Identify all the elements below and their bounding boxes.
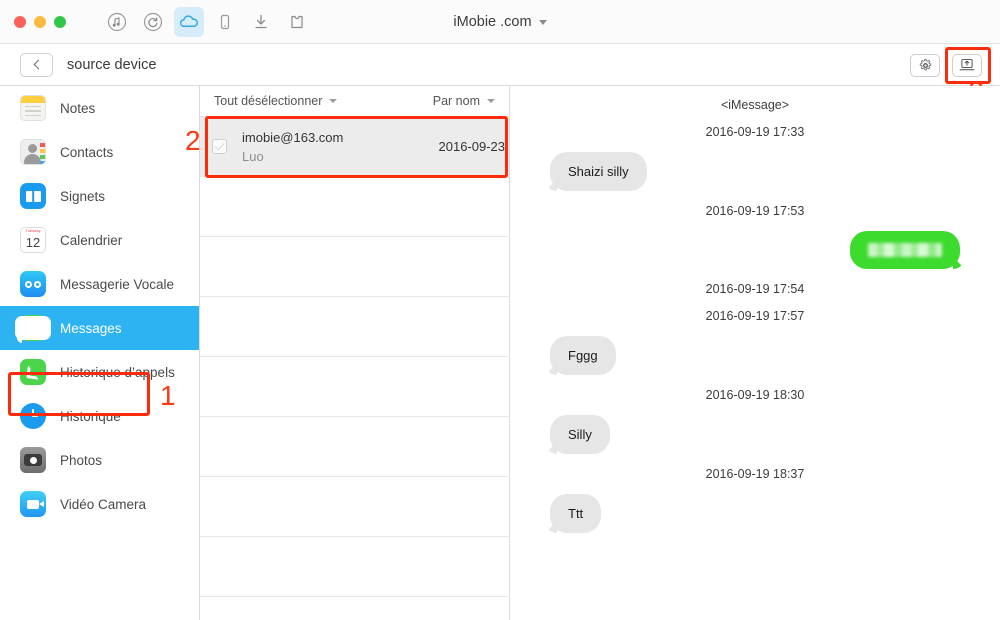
bookmarks-icon — [20, 183, 46, 209]
message-timestamp: 2016-09-19 17:33 — [705, 125, 805, 139]
annotation-number-1: 1 — [160, 380, 176, 411]
table-row-empty[interactable] — [200, 177, 509, 237]
sidebar-item-contacts[interactable]: Contacts — [0, 130, 199, 174]
breadcrumb: source device — [67, 56, 157, 73]
imobie-app-window: iMobie .com source device 3 — [0, 0, 1000, 620]
message-row: Shaizi silly — [510, 152, 1000, 191]
sidebar-item-label: Vidéo Camera — [60, 496, 147, 512]
calendar-day: 12 — [25, 235, 41, 250]
message-timestamp: 2016-09-19 17:57 — [705, 309, 805, 323]
conversation-list: Tout désélectionner Par nom imobie@163.c… — [200, 86, 510, 620]
title-bar: iMobie .com — [0, 0, 1000, 44]
refresh-icon[interactable] — [138, 7, 168, 37]
chevron-down-icon — [329, 99, 338, 103]
maximize-button[interactable] — [54, 15, 66, 28]
message-thread-pane: <iMessage> 2016-09-19 17:33 Shaizi silly… — [510, 86, 1000, 620]
table-row-empty[interactable] — [200, 477, 509, 537]
sidebar-item-label: Historique d’appels — [60, 364, 175, 380]
message-bubble-outgoing[interactable] — [850, 231, 960, 269]
gear-icon — [919, 58, 931, 70]
minimize-button[interactable] — [34, 15, 46, 28]
list-header: Tout désélectionner Par nom — [200, 86, 509, 117]
cloud-icon[interactable] — [174, 6, 204, 37]
row-checkbox[interactable] — [212, 139, 227, 154]
redacted-content — [868, 243, 942, 257]
sidebar-item-calendrier[interactable]: Tuesday 12 Calendrier — [0, 218, 199, 262]
voicemail-icon — [20, 271, 46, 297]
sidebar-item-label: Signets — [60, 188, 106, 204]
shirt-icon[interactable] — [282, 7, 312, 37]
sidebar-item-label: Calendrier — [60, 232, 123, 248]
notes-icon — [20, 95, 46, 121]
photos-icon — [20, 447, 46, 473]
row-date: 2016-09-23 — [438, 139, 506, 154]
message-row: Silly — [510, 415, 1000, 454]
message-bubble-incoming[interactable]: Ttt — [550, 494, 602, 533]
close-button[interactable] — [14, 15, 26, 28]
message-timestamp: 2016-09-19 17:54 — [705, 282, 805, 296]
table-row-empty[interactable] — [200, 237, 509, 297]
chevron-left-icon — [33, 59, 43, 70]
message-timestamp: 2016-09-19 18:37 — [705, 467, 805, 481]
export-to-computer-button[interactable] — [952, 53, 982, 77]
export-to-computer-icon — [959, 59, 975, 71]
table-row-empty[interactable] — [200, 597, 509, 620]
back-button[interactable] — [20, 52, 53, 77]
message-bubble-incoming[interactable]: Shaizi silly — [550, 152, 647, 191]
message-timestamp: 2016-09-19 17:53 — [705, 204, 805, 218]
sidebar-item-video-camera[interactable]: Vidéo Camera — [0, 482, 199, 526]
app-title-text: iMobie .com — [453, 14, 532, 30]
chevron-down-icon — [487, 99, 495, 103]
annotation-number-2: 2 — [185, 125, 201, 156]
video-camera-icon — [20, 491, 46, 517]
row-subtitle: Luo — [242, 148, 264, 164]
sidebar-item-signets[interactable]: Signets — [0, 174, 199, 218]
row-text: imobie@163.com Luo — [242, 130, 439, 164]
sidebar-item-messages[interactable]: Messages — [0, 306, 199, 350]
settings-button[interactable] — [910, 53, 940, 77]
main-body: Notes Contacts Signets Tuesday 12 Calend… — [0, 86, 1000, 620]
mode-toolbar — [102, 6, 312, 37]
table-row-empty[interactable] — [200, 297, 509, 357]
contacts-icon — [20, 139, 46, 165]
sidebar-item-label: Photos — [60, 452, 103, 468]
sidebar-item-label: Historique — [60, 408, 121, 424]
navigation-toolbar: source device — [0, 44, 1000, 86]
sort-by-label: Par nom — [432, 94, 480, 108]
message-row: Fggg — [510, 336, 1000, 375]
sidebar-item-messagerie-vocale[interactable]: Messagerie Vocale — [0, 262, 199, 306]
sort-by-button[interactable]: Par nom — [433, 94, 495, 108]
calendar-icon: Tuesday 12 — [20, 227, 46, 253]
deselect-all-button[interactable]: Tout désélectionner — [214, 94, 338, 108]
history-icon — [20, 403, 46, 429]
table-row-empty[interactable] — [200, 537, 509, 597]
table-row-empty[interactable] — [200, 417, 509, 477]
message-bubble-incoming[interactable]: Fggg — [550, 336, 616, 375]
chevron-down-icon[interactable] — [538, 19, 547, 25]
thread-header: <iMessage> — [720, 98, 790, 112]
deselect-all-label: Tout désélectionner — [214, 94, 323, 108]
table-row[interactable]: imobie@163.com Luo 2016-09-23 — [200, 117, 509, 177]
row-title: imobie@163.com — [242, 129, 344, 145]
export-to-computer-wrapper — [945, 46, 991, 84]
call-history-icon — [20, 359, 46, 385]
window-controls — [14, 15, 66, 28]
sidebar-item-label: Contacts — [60, 144, 114, 160]
sidebar-item-label: Messages — [60, 320, 122, 336]
message-bubble-incoming[interactable]: Silly — [550, 415, 610, 454]
phone-icon[interactable] — [210, 7, 240, 37]
table-row-empty[interactable] — [200, 357, 509, 417]
message-timestamp: 2016-09-19 18:30 — [705, 388, 805, 402]
sidebar: Notes Contacts Signets Tuesday 12 Calend… — [0, 86, 200, 620]
sidebar-item-label: Notes — [60, 100, 96, 116]
message-row: Ttt — [510, 494, 1000, 533]
messages-icon — [15, 315, 51, 343]
sidebar-item-label: Messagerie Vocale — [60, 276, 175, 292]
download-icon[interactable] — [246, 7, 276, 37]
sidebar-item-photos[interactable]: Photos — [0, 438, 199, 482]
music-icon[interactable] — [102, 7, 132, 37]
message-row — [510, 231, 1000, 269]
sidebar-item-notes[interactable]: Notes — [0, 86, 199, 130]
